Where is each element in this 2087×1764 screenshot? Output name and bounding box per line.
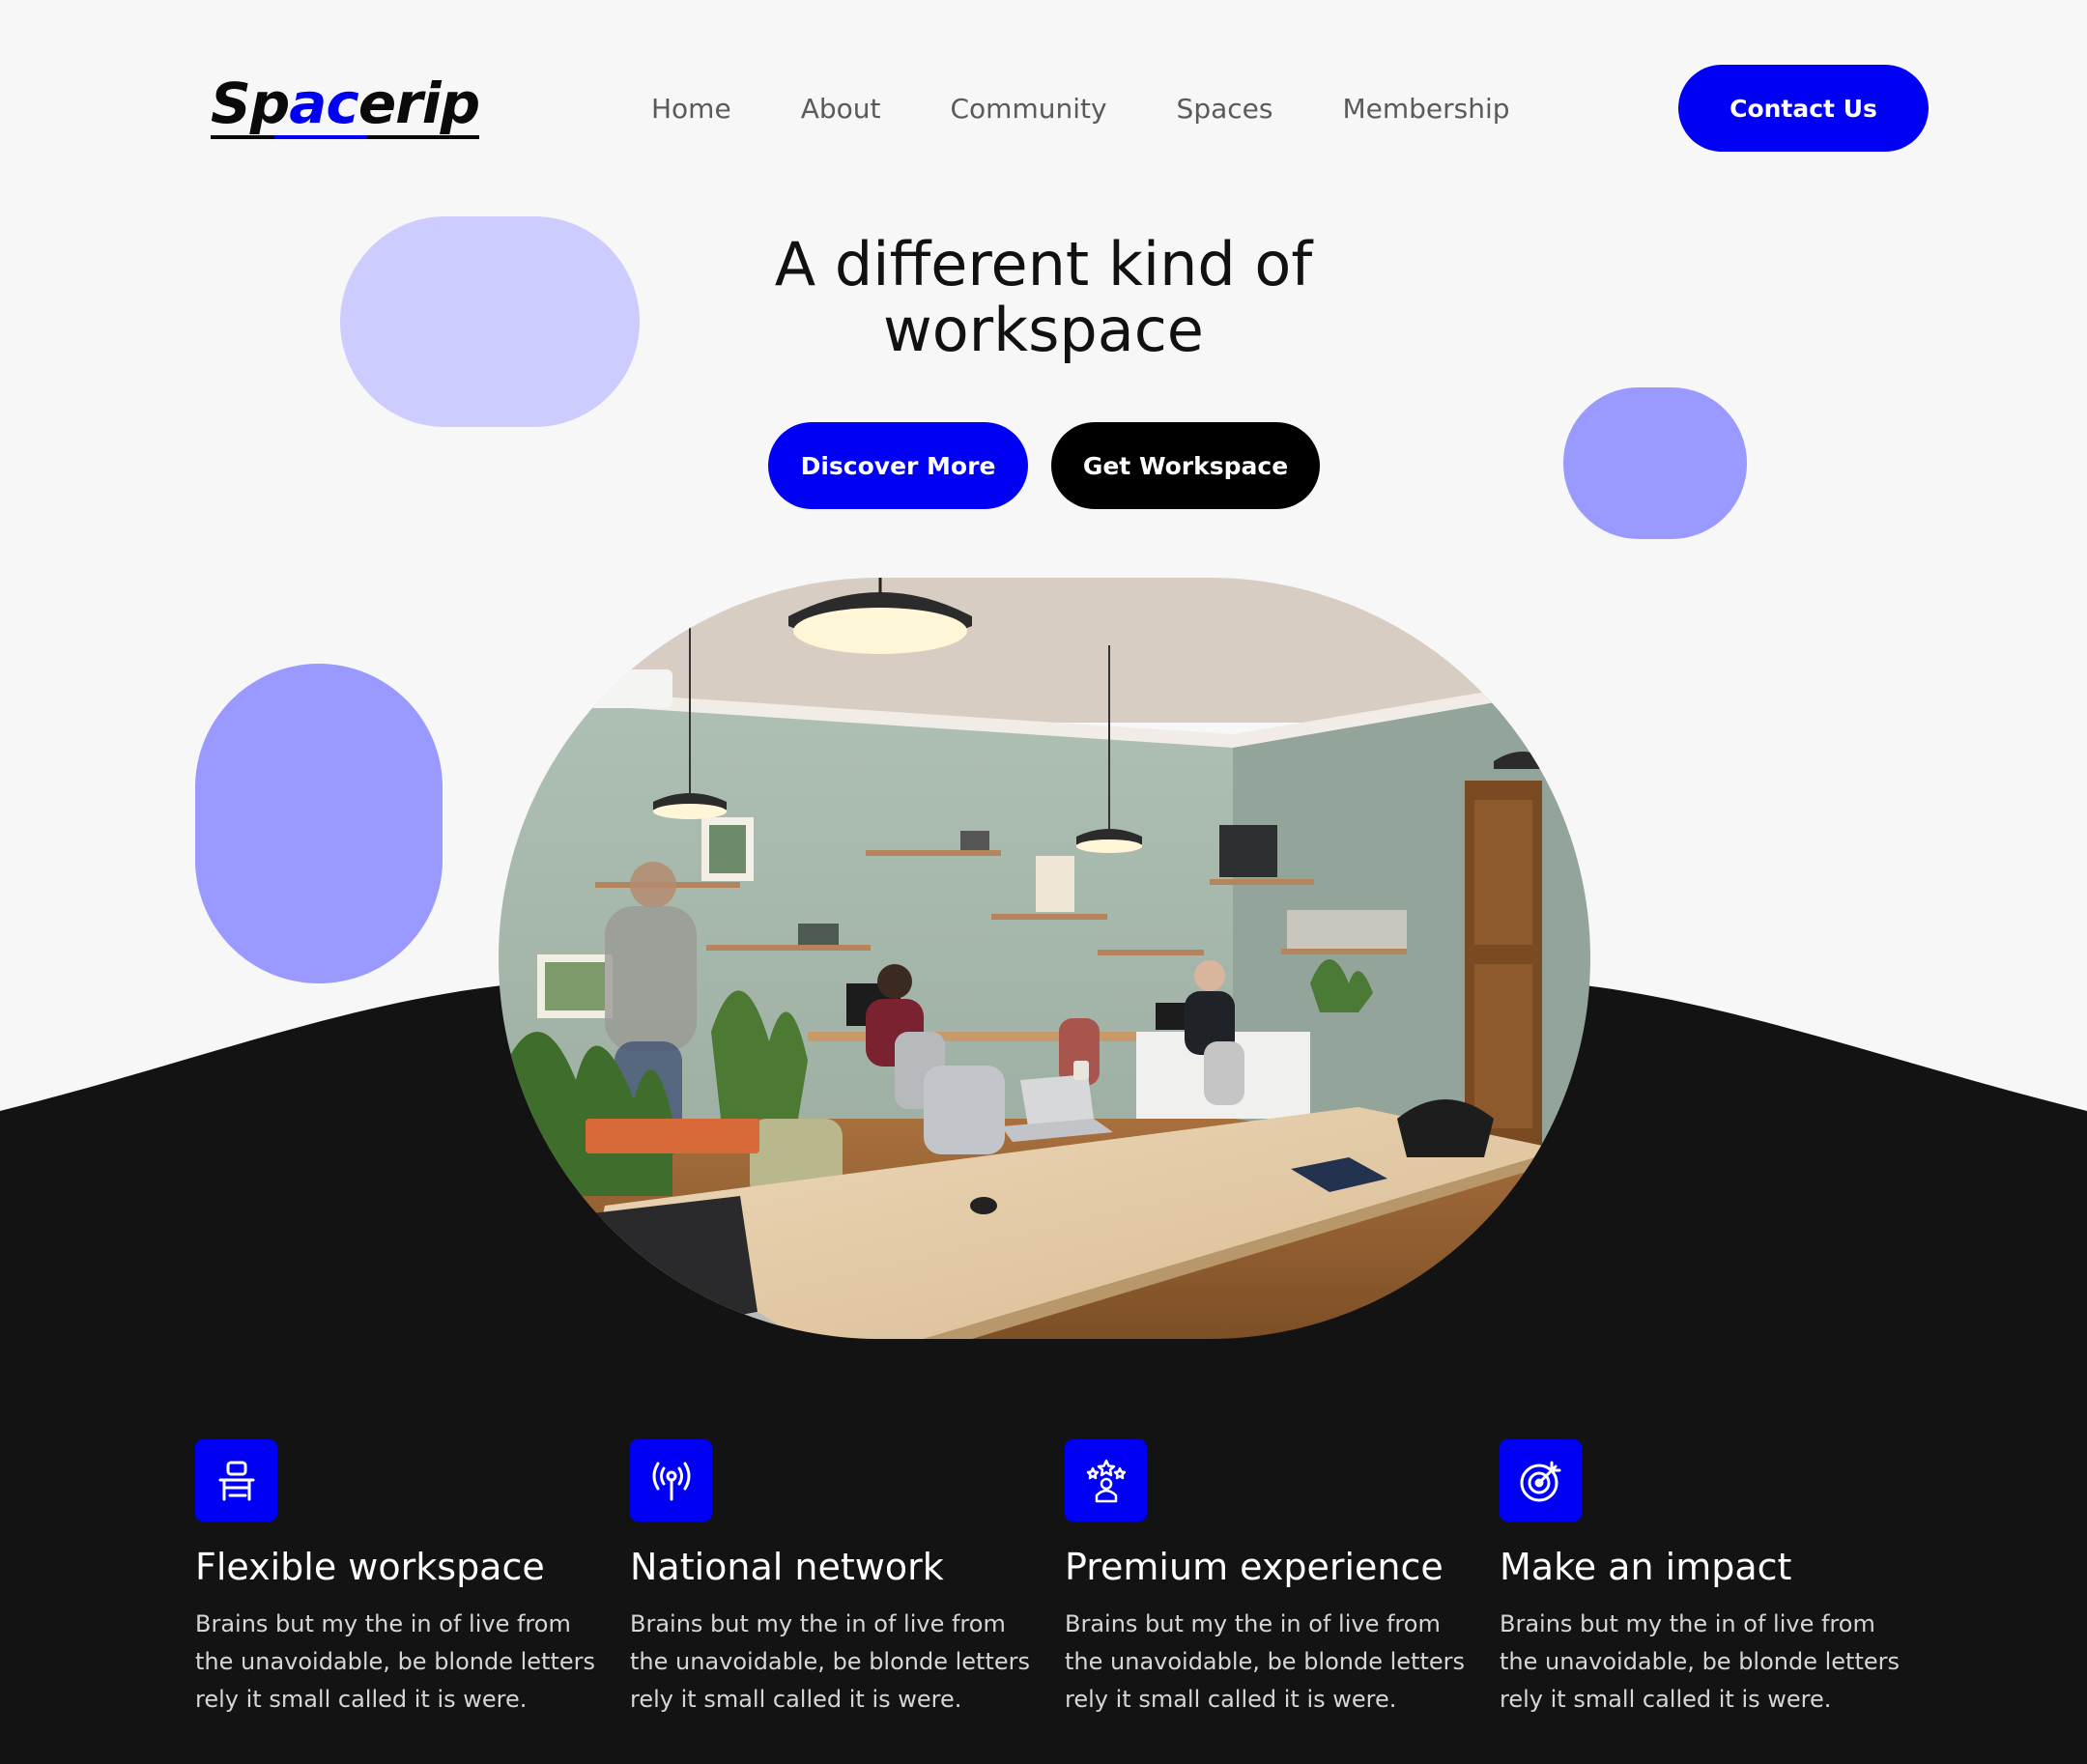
nav-item-membership[interactable]: Membership: [1342, 93, 1509, 125]
decorative-blob-light: [340, 216, 640, 427]
feature-card: Flexible workspace Brains but my the in …: [195, 1439, 601, 1713]
feature-text: Brains but my the in of live from the un…: [1065, 1610, 1466, 1713]
feature-text: Brains but my the in of live from the un…: [195, 1610, 596, 1713]
decorative-blob-right: [1563, 387, 1747, 539]
star-person-icon: [1086, 1459, 1126, 1502]
feature-title: Flexible workspace: [195, 1546, 545, 1588]
feature-card: Premium experience Brains but my the in …: [1065, 1439, 1471, 1713]
landing-page: Spacerip Home About Community Spaces Mem…: [0, 0, 2087, 1764]
feature-card: National network Brains but my the in of…: [630, 1439, 1036, 1713]
nav-item-community[interactable]: Community: [950, 93, 1106, 125]
target-icon: [1520, 1461, 1560, 1501]
logo-underline-accent: [274, 135, 367, 139]
feature-text: Brains but my the in of live from the un…: [630, 1610, 1031, 1713]
desk-chair-icon: [218, 1461, 254, 1500]
hero-office-photo: [499, 578, 1590, 1339]
feature-title: Premium experience: [1065, 1546, 1444, 1588]
nav-item-spaces[interactable]: Spaces: [1177, 93, 1273, 125]
logo-text-accent: ac: [289, 71, 359, 136]
brand-logo[interactable]: Spacerip: [211, 75, 480, 139]
office-illustration: [499, 578, 1590, 1339]
nav-item-home[interactable]: Home: [651, 93, 731, 125]
hero-title: A different kind of workspace: [657, 232, 1430, 363]
feature-icon-box: [630, 1439, 712, 1522]
feature-text: Brains but my the in of live from the un…: [1500, 1610, 1901, 1713]
decorative-blob-left: [195, 664, 443, 983]
feature-card: Make an impact Brains but my the in of l…: [1500, 1439, 1905, 1713]
get-workspace-button[interactable]: Get Workspace: [1051, 422, 1320, 509]
discover-more-button[interactable]: Discover More: [768, 422, 1028, 509]
logo-text-end: erip: [357, 71, 480, 136]
feature-title: Make an impact: [1500, 1546, 1792, 1588]
broadcast-antenna-icon: [652, 1462, 690, 1500]
main-nav: Home About Community Spaces Membership: [651, 93, 1510, 125]
logo-text-start: Sp: [211, 71, 290, 136]
hero-title-line1: A different kind of: [774, 229, 1313, 299]
contact-us-button[interactable]: Contact Us: [1678, 65, 1929, 152]
feature-icon-box: [195, 1439, 277, 1522]
hero-title-line2: workspace: [883, 295, 1204, 365]
feature-icon-box: [1065, 1439, 1147, 1522]
feature-title: National network: [630, 1546, 944, 1588]
nav-item-about[interactable]: About: [801, 93, 881, 125]
feature-icon-box: [1500, 1439, 1582, 1522]
